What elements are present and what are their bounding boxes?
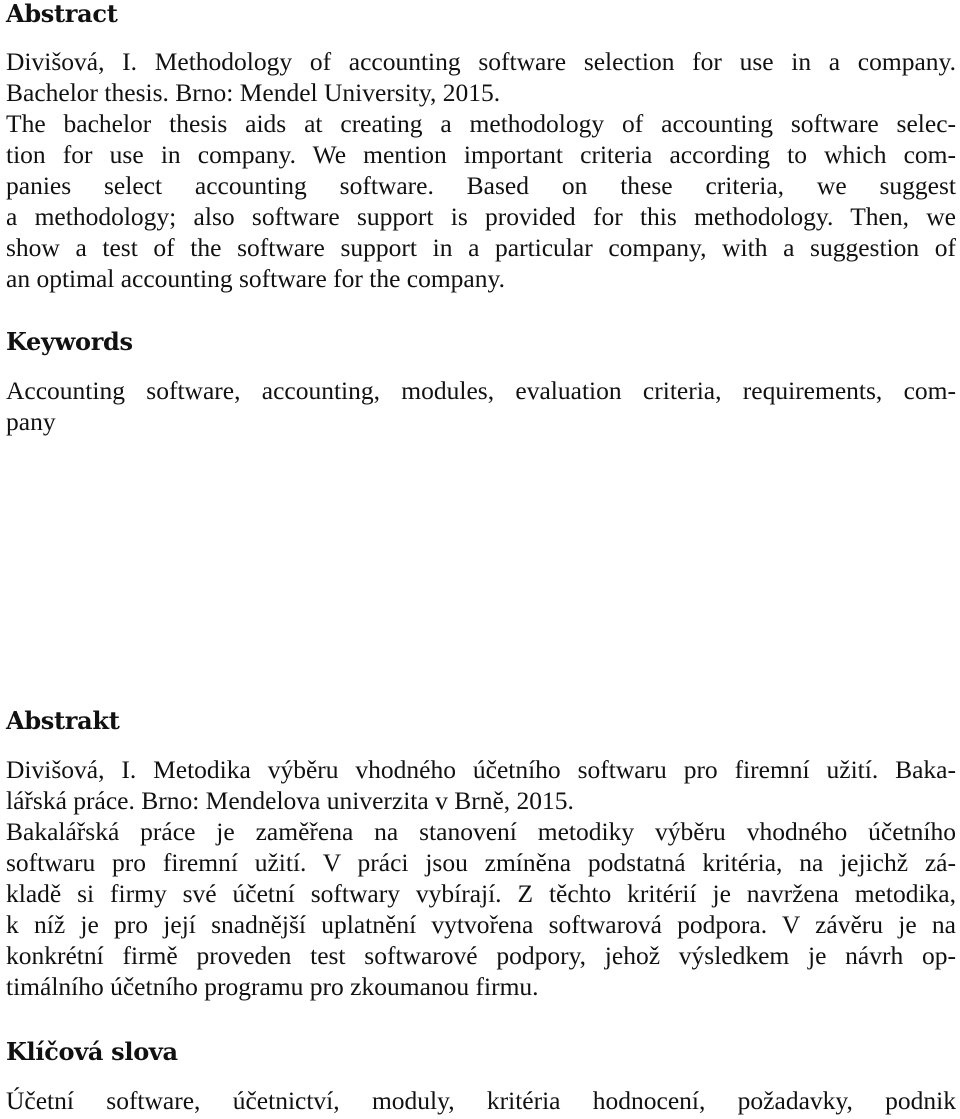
abstract-en-line: Bachelor thesis. Brno: Mendel University… (6, 78, 501, 107)
abstract-cz-line: kladě si firmy své účetní softwary vybír… (6, 879, 956, 908)
keywords-en-line: pany (6, 407, 56, 436)
abstract-cz-line: konkrétní firmě proveden test softwarové… (6, 941, 956, 970)
abstract-en-line: a methodology; also software support is … (6, 202, 956, 231)
abstract-en-line: an optimal accounting software for the c… (6, 264, 505, 293)
abstract-cz-line: timálního účetního programu pro zkoumano… (6, 972, 539, 1001)
abstract-en-line: show a test of the software support in a… (6, 233, 956, 262)
abstract-cz-line: Divišová, I. Metodika výběru vhodného úč… (6, 755, 956, 784)
abstract-cz-line: Bakalářská práce je zaměřena na stanoven… (6, 817, 956, 846)
abstract-en-heading: Abstract (6, 0, 118, 28)
abstract-en-line: panies select accounting software. Based… (6, 171, 956, 200)
abstract-en-line: The bachelor thesis aids at creating a m… (6, 109, 956, 138)
abstract-en-line: tion for use in company. We mention impo… (6, 140, 956, 169)
keywords-cz-heading: Klíčová slova (6, 1037, 178, 1066)
abstract-cz-line: k níž je pro její snadnější uplatnění vy… (6, 910, 956, 939)
keywords-en-heading: Keywords (6, 327, 133, 356)
keywords-en-line: Accounting software, accounting, modules… (6, 376, 956, 405)
abstract-cz-line: softwaru pro firemní užití. V práci jsou… (6, 848, 956, 877)
abstract-cz-heading: Abstrakt (6, 706, 120, 735)
abstract-cz-line: lářská práce. Brno: Mendelova univerzita… (6, 786, 574, 815)
keywords-cz-line: Účetní software, účetnictví, moduly, kri… (6, 1086, 956, 1115)
abstract-en-line: Divišová, I. Methodology of accounting s… (6, 47, 956, 76)
